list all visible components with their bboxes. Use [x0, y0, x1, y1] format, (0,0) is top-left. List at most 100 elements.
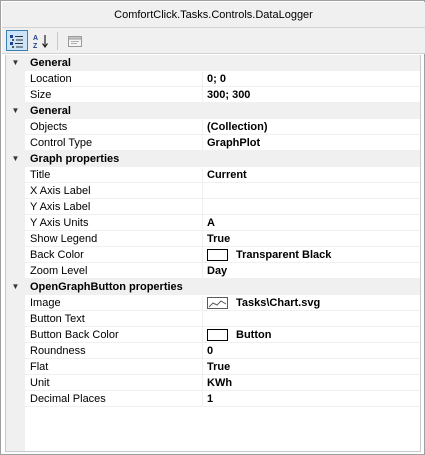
property-row-size[interactable]: Size 300; 300 — [6, 87, 420, 103]
property-value[interactable]: Button — [203, 327, 420, 343]
property-row-flat[interactable]: Flat True — [6, 359, 420, 375]
category-label: General — [30, 105, 71, 117]
property-value-text: Day — [207, 264, 228, 277]
color-swatch — [207, 248, 228, 261]
property-name: Size — [25, 87, 203, 103]
property-value-text: A — [207, 216, 215, 229]
property-row-button-back-color[interactable]: Button Back Color Button — [6, 327, 420, 343]
row-margin — [6, 391, 25, 407]
property-value[interactable]: Day — [203, 263, 420, 279]
property-name: Decimal Places — [25, 391, 203, 407]
chevron-down-icon: ▼ — [11, 106, 20, 115]
row-margin — [6, 247, 25, 263]
toolbar-separator — [57, 31, 58, 50]
property-name: Location — [25, 71, 203, 87]
property-name: Button Text — [25, 311, 203, 327]
property-row-control-type[interactable]: Control Type GraphPlot — [6, 135, 420, 151]
toolbar: A Z — [2, 28, 425, 54]
color-swatch — [207, 328, 228, 341]
property-value[interactable]: 1 — [203, 391, 420, 407]
row-margin — [6, 231, 25, 247]
collapse-toggle[interactable]: ▼ — [6, 103, 25, 119]
row-margin — [6, 295, 25, 311]
row-margin — [6, 263, 25, 279]
property-row-decimal-places[interactable]: Decimal Places 1 — [6, 391, 420, 407]
property-row-objects[interactable]: Objects (Collection) — [6, 119, 420, 135]
chevron-down-icon: ▼ — [11, 58, 20, 67]
property-value-text: Button — [236, 328, 272, 341]
property-value[interactable]: Transparent Black — [203, 247, 420, 263]
chevron-down-icon: ▼ — [11, 282, 20, 291]
property-name: Zoom Level — [25, 263, 203, 279]
property-value-text: 300; 300 — [207, 88, 251, 101]
categorized-icon — [10, 34, 23, 48]
property-name: Roundness — [25, 343, 203, 359]
property-value[interactable]: 300; 300 — [203, 87, 420, 103]
property-value-text: Tasks\Chart.svg — [236, 296, 321, 309]
property-name: Image — [25, 295, 203, 311]
category-row-general[interactable]: ▼ General — [6, 103, 420, 119]
property-value[interactable] — [203, 311, 420, 327]
property-value[interactable]: True — [203, 231, 420, 247]
property-value-text: True — [207, 232, 231, 245]
property-value[interactable]: True — [203, 359, 420, 375]
row-margin — [6, 375, 25, 391]
property-value[interactable]: GraphPlot — [203, 135, 420, 151]
property-name: Objects — [25, 119, 203, 135]
property-value[interactable]: Current — [203, 167, 420, 183]
property-value[interactable]: 0 — [203, 343, 420, 359]
property-value-text: GraphPlot — [207, 136, 261, 149]
row-margin — [6, 215, 25, 231]
property-row-button-text[interactable]: Button Text — [6, 311, 420, 327]
category-label: OpenGraphButton properties — [30, 281, 183, 293]
property-row-location[interactable]: Location 0; 0 — [6, 71, 420, 87]
collapse-toggle[interactable]: ▼ — [6, 279, 25, 295]
collapse-toggle[interactable]: ▼ — [6, 55, 25, 71]
chevron-down-icon: ▼ — [11, 154, 20, 163]
property-value-text: KWh — [207, 376, 233, 389]
property-row-y-axis-units[interactable]: Y Axis Units A — [6, 215, 420, 231]
row-margin — [6, 327, 25, 343]
property-value[interactable]: 0; 0 — [203, 71, 420, 87]
property-value[interactable]: KWh — [203, 375, 420, 391]
property-name: Unit — [25, 375, 203, 391]
property-value[interactable]: (Collection) — [203, 119, 420, 135]
property-value-text: 0 — [207, 344, 214, 357]
categorized-button[interactable] — [6, 30, 28, 51]
property-value-text: Current — [207, 168, 247, 181]
property-row-back-color[interactable]: Back Color Transparent Black — [6, 247, 420, 263]
property-value-text: True — [207, 360, 231, 373]
property-row-show-legend[interactable]: Show Legend True — [6, 231, 420, 247]
property-name: Button Back Color — [25, 327, 203, 343]
category-row-general[interactable]: ▼ General — [6, 55, 420, 71]
property-value-text: (Collection) — [207, 120, 268, 133]
property-pages-icon — [68, 35, 82, 47]
alphabetical-button[interactable]: A Z — [30, 30, 52, 51]
property-row-image[interactable]: Image Tasks\Chart.svg — [6, 295, 420, 311]
property-row-y-axis-label[interactable]: Y Axis Label — [6, 199, 420, 215]
svg-text:Z: Z — [33, 43, 38, 49]
row-margin — [6, 183, 25, 199]
property-name: Y Axis Label — [25, 199, 203, 215]
property-name: Flat — [25, 359, 203, 375]
row-margin — [6, 119, 25, 135]
row-margin — [6, 87, 25, 103]
property-value[interactable] — [203, 199, 420, 215]
property-row-x-axis-label[interactable]: X Axis Label — [6, 183, 420, 199]
property-value[interactable]: Tasks\Chart.svg — [203, 295, 420, 311]
property-row-title[interactable]: Title Current — [6, 167, 420, 183]
row-margin — [6, 167, 25, 183]
property-value[interactable] — [203, 183, 420, 199]
property-row-zoom-level[interactable]: Zoom Level Day — [6, 263, 420, 279]
grid-margin-fill — [6, 407, 25, 451]
row-margin — [6, 135, 25, 151]
category-row-opengraphbutton-properties[interactable]: ▼ OpenGraphButton properties — [6, 279, 420, 295]
property-value[interactable]: A — [203, 215, 420, 231]
property-pages-button[interactable] — [64, 30, 86, 51]
collapse-toggle[interactable]: ▼ — [6, 151, 25, 167]
property-row-roundness[interactable]: Roundness 0 — [6, 343, 420, 359]
window-title-text: ComfortClick.Tasks.Controls.DataLogger — [114, 8, 313, 21]
property-row-unit[interactable]: Unit KWh — [6, 375, 420, 391]
row-margin — [6, 311, 25, 327]
category-row-graph-properties[interactable]: ▼ Graph properties — [6, 151, 420, 167]
